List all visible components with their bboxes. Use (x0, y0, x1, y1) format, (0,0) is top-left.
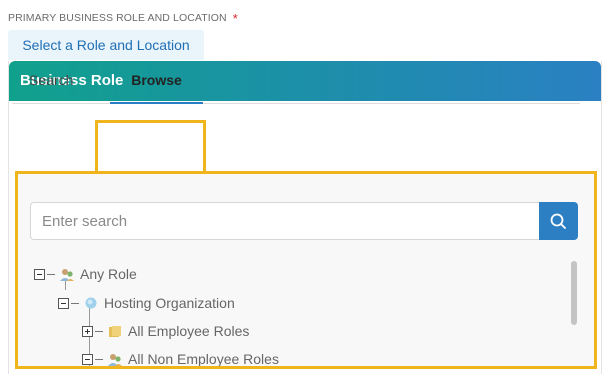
required-marker: * (232, 11, 238, 26)
tree-node-all-non-employee-roles[interactable]: All Non Employee Roles (82, 349, 279, 366)
role-tree: Any Role Hosting Organization All Employ… (30, 260, 570, 366)
tree-node-hosting-organization[interactable]: Hosting Organization (58, 293, 235, 313)
tree-branch-line (47, 273, 55, 275)
field-label-text: PRIMARY BUSINESS ROLE AND LOCATION (8, 12, 227, 24)
tab-search[interactable]: Search (29, 62, 73, 104)
tree-node-label: Any Role (80, 266, 137, 282)
tree-node-any-role[interactable]: Any Role (34, 264, 137, 284)
folder-icon (109, 326, 121, 337)
tree-branch-line (71, 302, 79, 304)
collapse-icon[interactable] (34, 268, 45, 280)
tab-browse[interactable]: Browse (110, 62, 203, 104)
role-group-icon (60, 269, 74, 281)
tree-node-label: All Non Employee Roles (128, 351, 279, 366)
frame-cap (15, 171, 98, 174)
select-role-location-button[interactable]: Select a Role and Location (8, 30, 204, 60)
collapse-icon[interactable] (58, 297, 69, 309)
tree-branch-line (95, 330, 103, 332)
field-label: PRIMARY BUSINESS ROLE AND LOCATION * (8, 9, 238, 26)
organization-icon (85, 297, 97, 309)
tree-scrollbar[interactable] (571, 261, 577, 325)
search-icon (550, 213, 566, 229)
tree-branch-line (95, 358, 103, 360)
tab-highlight-frame (95, 120, 206, 171)
search-bar (30, 202, 578, 240)
tree-node-label: All Employee Roles (128, 323, 250, 339)
tree-node-all-employee-roles[interactable]: All Employee Roles (82, 321, 249, 341)
tree-node-label: Hosting Organization (104, 295, 235, 311)
role-group-icon (108, 354, 122, 366)
search-button[interactable] (539, 202, 578, 240)
expand-icon[interactable] (82, 325, 93, 337)
tab-bar: Search Browse (12, 62, 580, 104)
collapse-icon[interactable] (82, 353, 93, 365)
search-input[interactable] (30, 202, 540, 240)
